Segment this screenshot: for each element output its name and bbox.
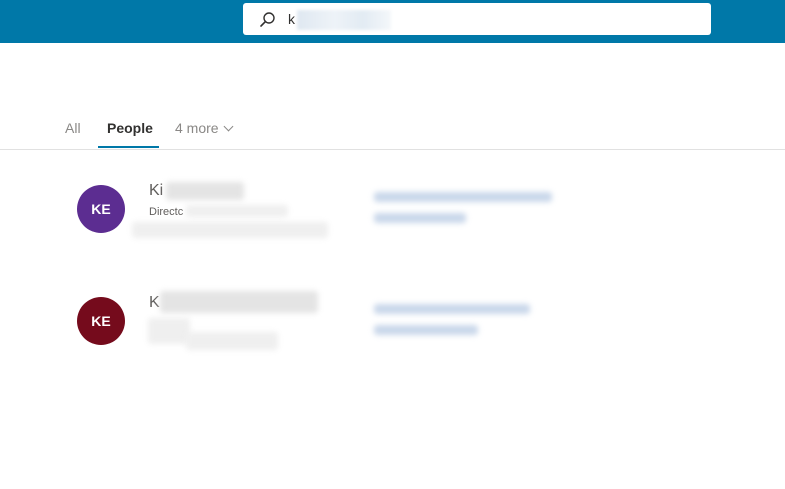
redacted-department: [132, 222, 328, 238]
top-bar: k: [0, 0, 785, 43]
tab-bar: All People 4 more: [0, 112, 785, 150]
tab-all[interactable]: All: [65, 119, 81, 137]
avatar: KE: [77, 185, 125, 233]
avatar: KE: [77, 297, 125, 345]
redacted-email[interactable]: [374, 304, 530, 314]
search-icon[interactable]: [259, 11, 276, 28]
list-item[interactable]: KE K: [0, 282, 785, 362]
list-item[interactable]: KE Ki Directc: [0, 170, 785, 250]
redacted-title: [186, 205, 288, 217]
redacted-phone[interactable]: [374, 213, 466, 223]
search-box[interactable]: k: [243, 3, 711, 35]
person-subtitle: Directc: [149, 206, 184, 218]
search-input[interactable]: k: [288, 10, 295, 28]
redacted-name: [166, 182, 244, 200]
tab-more[interactable]: 4 more: [175, 119, 234, 137]
person-name: K: [149, 294, 160, 311]
active-tab-indicator: [98, 146, 159, 148]
redacted-name: [160, 291, 318, 313]
redacted-email[interactable]: [374, 192, 552, 202]
tab-people[interactable]: People: [107, 119, 153, 137]
redacted-department: [186, 332, 278, 350]
person-name: Ki: [149, 182, 164, 199]
redacted-title: [148, 318, 190, 344]
tab-more-label: 4 more: [175, 120, 219, 136]
search-redacted: [297, 10, 391, 30]
redacted-phone[interactable]: [374, 325, 478, 335]
chevron-down-icon: [223, 121, 234, 132]
